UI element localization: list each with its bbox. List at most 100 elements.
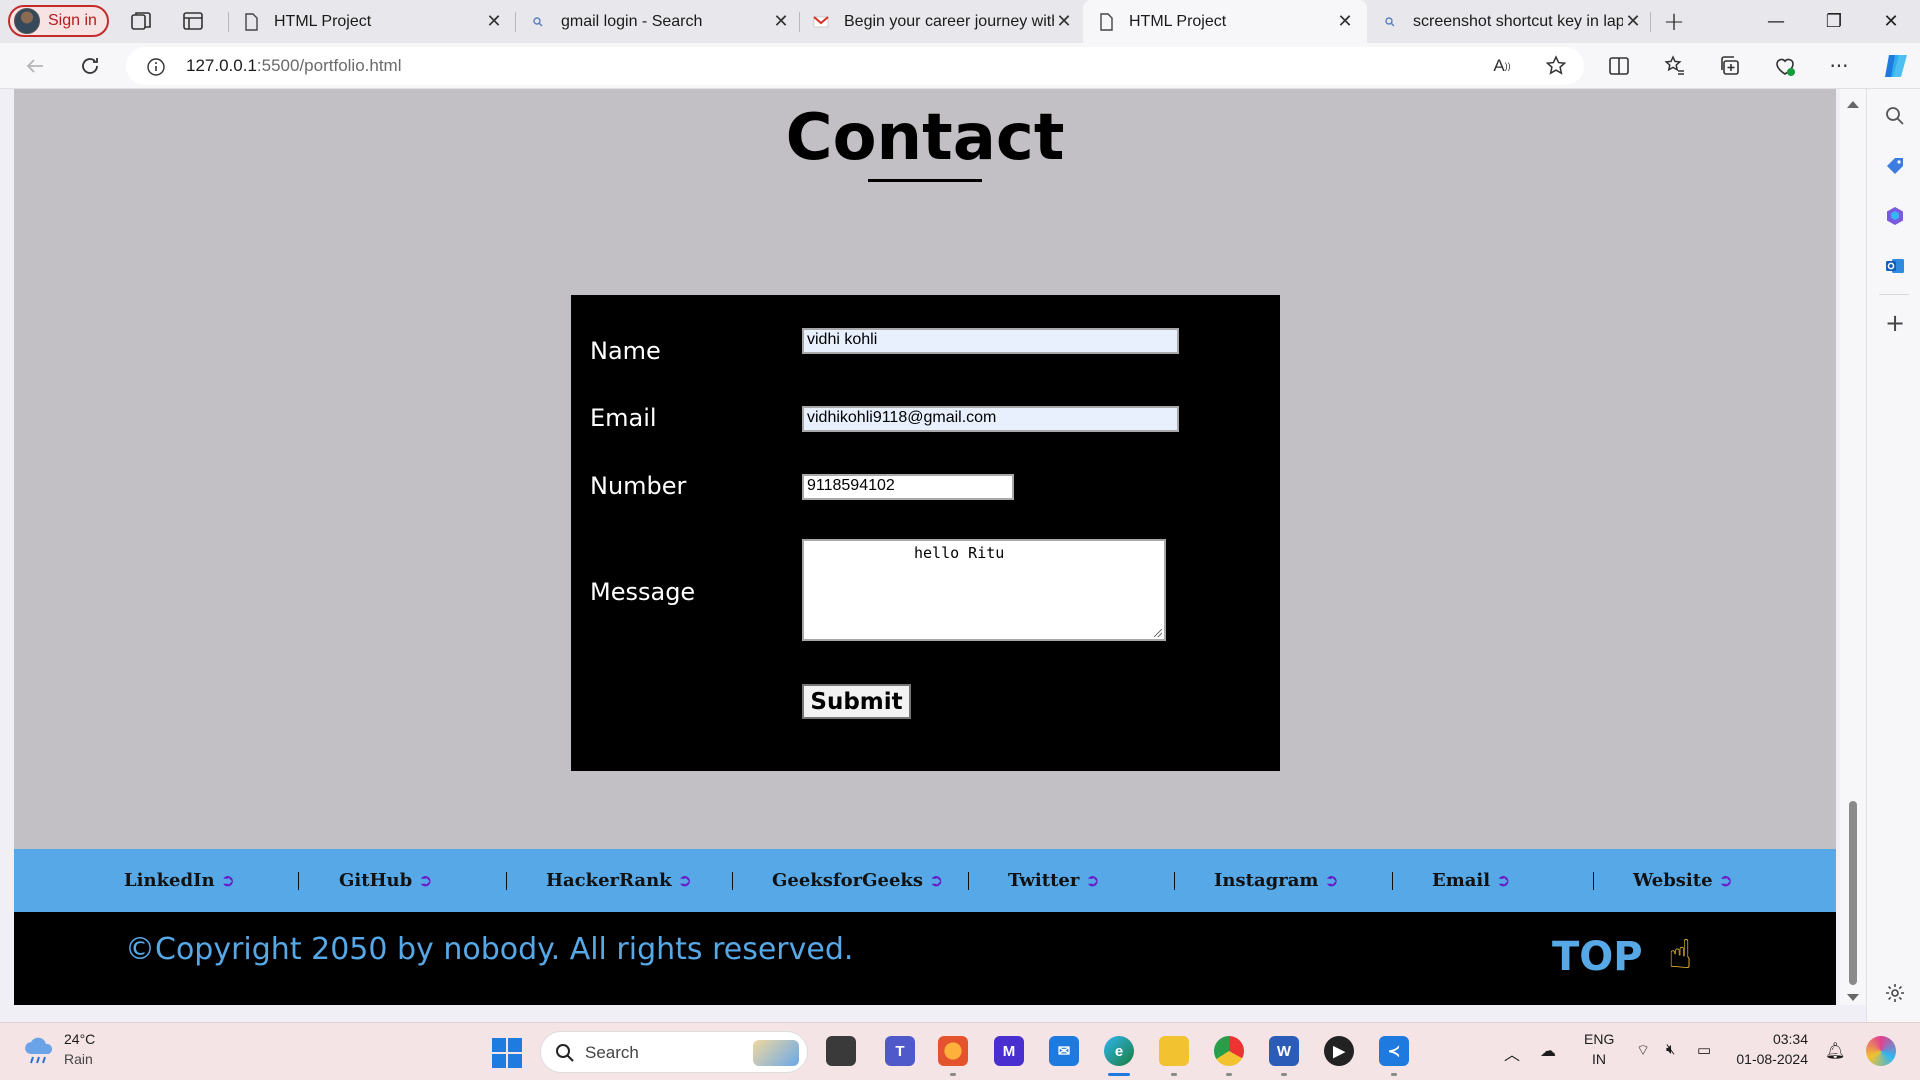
info-icon[interactable] — [146, 57, 166, 77]
windows-start-icon[interactable] — [492, 1038, 522, 1068]
url-text: 127.0.0.1:5500/portfolio.html — [186, 56, 402, 75]
number-field[interactable]: 9118594102 — [802, 474, 1014, 500]
rain-cloud-icon[interactable] — [22, 1036, 56, 1066]
footer-link-twitter[interactable]: Twitter ➲ — [1008, 849, 1100, 912]
close-icon[interactable]: ✕ — [484, 11, 504, 32]
volume-muted-icon[interactable]: 🔇︎ — [1666, 1041, 1675, 1058]
favorites-icon[interactable] — [1663, 54, 1687, 78]
close-window-button[interactable]: ✕ — [1862, 0, 1920, 43]
math-app-icon[interactable]: M — [994, 1036, 1024, 1066]
read-aloud-icon[interactable]: A)) — [1490, 54, 1514, 78]
sign-in-label: Sign in — [48, 12, 97, 29]
word-icon[interactable]: W — [1269, 1036, 1299, 1066]
close-icon[interactable]: ✕ — [1623, 11, 1643, 32]
media-player-icon[interactable]: ▶ — [1324, 1036, 1354, 1066]
scroll-down-arrow-icon[interactable] — [1847, 994, 1859, 1001]
onedrive-icon[interactable]: ☁ — [1540, 1041, 1556, 1061]
favorite-star-icon[interactable] — [1544, 54, 1568, 78]
search-icon[interactable] — [1884, 105, 1906, 127]
pointing-hand-icon[interactable]: ☝ — [1668, 932, 1692, 978]
shopping-tag-icon[interactable] — [1884, 155, 1906, 177]
weather-condition[interactable]: Rain — [64, 1051, 93, 1067]
arrow-icon: ➲ — [1085, 870, 1100, 891]
weather-temperature[interactable]: 24°C — [64, 1031, 95, 1047]
browser-essentials-icon[interactable] — [1773, 54, 1797, 78]
arrow-icon: ➲ — [1718, 870, 1733, 891]
firefox-icon[interactable] — [938, 1036, 968, 1066]
search-icon — [533, 16, 543, 26]
footer-link-website[interactable]: Website ➲ — [1633, 849, 1733, 912]
close-icon[interactable]: ✕ — [1054, 11, 1074, 32]
submit-button[interactable]: Submit — [802, 684, 911, 719]
search-icon — [1385, 16, 1395, 26]
tab-title: HTML Project — [1129, 12, 1227, 30]
wifi-icon[interactable]: ⌔ — [1636, 1041, 1650, 1060]
footer-link-geeksforgeeks[interactable]: GeeksforGeeks ➲ — [772, 849, 943, 912]
task-view-icon[interactable] — [826, 1036, 856, 1066]
minimize-button[interactable]: — — [1747, 0, 1805, 43]
scroll-thumb[interactable] — [1849, 801, 1857, 985]
email-label: Email — [590, 404, 657, 432]
edge-sidebar: + — [1866, 89, 1920, 1022]
vertical-scrollbar[interactable] — [1840, 89, 1866, 1005]
resize-grip-icon[interactable] — [1154, 629, 1162, 637]
tab-gmail-search[interactable]: gmail login - Search ✕ — [529, 0, 791, 43]
tab-actions-icon[interactable] — [181, 9, 205, 33]
tab-screenshot-shortcut[interactable]: screenshot shortcut key in lapt ✕ — [1381, 0, 1643, 43]
avatar — [14, 8, 40, 34]
language-bottom[interactable]: IN — [1592, 1051, 1606, 1067]
new-tab-button[interactable]: + — [1648, 0, 1700, 43]
tab-title: gmail login - Search — [561, 12, 703, 30]
name-field[interactable]: vidhi kohli — [802, 328, 1179, 354]
outlook-icon[interactable] — [1884, 255, 1906, 277]
close-icon[interactable]: ✕ — [1335, 11, 1355, 32]
collections-icon[interactable] — [1718, 54, 1742, 78]
split-screen-icon[interactable] — [1607, 54, 1631, 78]
address-bar[interactable]: 127.0.0.1:5500/portfolio.html A)) — [126, 47, 1584, 85]
battery-icon[interactable]: ▭ — [1697, 1041, 1711, 1059]
language-top[interactable]: ENG — [1584, 1031, 1614, 1047]
footer-link-instagram[interactable]: Instagram ➲ — [1214, 849, 1339, 912]
notification-bell-icon[interactable]: 🔔︎ — [1825, 1041, 1845, 1061]
more-options-icon[interactable]: ··· — [1827, 54, 1851, 78]
tab-html-project-1[interactable]: HTML Project ✕ — [242, 0, 504, 43]
footer-link-linkedin[interactable]: LinkedIn ➲ — [124, 849, 235, 912]
search-icon — [556, 1044, 574, 1062]
tab-html-project-active[interactable]: HTML Project ✕ — [1083, 0, 1367, 43]
clock-date[interactable]: 01-08-2024 — [1736, 1051, 1808, 1067]
taskbar-search[interactable]: Search — [540, 1031, 808, 1073]
file-explorer-icon[interactable] — [1159, 1036, 1189, 1066]
restore-button[interactable]: ❐ — [1805, 0, 1863, 43]
copyright-text: ©Copyright 2050 by nobody. All rights re… — [125, 932, 854, 967]
chrome-icon[interactable] — [1214, 1036, 1244, 1066]
email-field[interactable]: vidhikohli9118@gmail.com — [802, 406, 1179, 432]
teams-icon[interactable]: T — [885, 1036, 915, 1066]
footer-link-github[interactable]: GitHub ➲ — [339, 849, 432, 912]
back-arrow-icon[interactable] — [22, 53, 48, 79]
copilot-icon[interactable] — [1881, 51, 1911, 81]
mail-icon[interactable]: ✉ — [1049, 1036, 1079, 1066]
footer-link-email[interactable]: Email ➲ — [1432, 849, 1510, 912]
name-label: Name — [590, 337, 661, 365]
footer-link-hackerrank[interactable]: HackerRank ➲ — [546, 849, 692, 912]
refresh-icon[interactable] — [77, 53, 103, 79]
arrow-icon: ➲ — [1324, 870, 1339, 891]
number-label: Number — [590, 472, 687, 500]
copilot-preview-icon[interactable] — [1866, 1036, 1896, 1066]
vscode-icon[interactable]: ≺ — [1379, 1036, 1409, 1066]
scroll-up-arrow-icon[interactable] — [1847, 101, 1859, 108]
profile-sign-in-button[interactable]: Sign in — [8, 5, 109, 37]
top-link[interactable]: TOP — [1552, 934, 1643, 980]
close-icon[interactable]: ✕ — [771, 11, 791, 32]
arrow-icon: ➲ — [1496, 870, 1511, 891]
settings-gear-icon[interactable] — [1884, 982, 1906, 1004]
workspaces-icon[interactable] — [129, 9, 153, 33]
add-sidebar-app-icon[interactable]: + — [1884, 311, 1906, 335]
microsoft-365-icon[interactable] — [1884, 205, 1906, 227]
clock-time[interactable]: 03:34 — [1746, 1031, 1808, 1047]
message-textarea[interactable]: hello Ritu — [802, 539, 1166, 641]
contact-form: Name vidhi kohli Email vidhikohli9118@gm… — [571, 295, 1280, 771]
show-hidden-icons-chevron-icon[interactable]: ︿ — [1504, 1041, 1520, 1065]
edge-browser-icon[interactable]: e — [1104, 1036, 1134, 1066]
tab-career-journey[interactable]: Begin your career journey with ✕ — [812, 0, 1074, 43]
